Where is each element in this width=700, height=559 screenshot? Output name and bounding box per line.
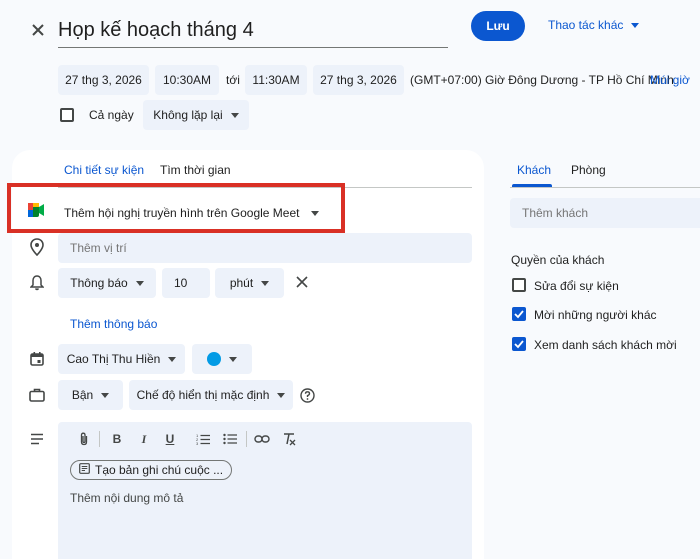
bold-icon[interactable]: B: [108, 430, 126, 448]
bell-icon: [29, 275, 45, 294]
calendar-icon: [30, 352, 44, 369]
event-color-swatch: [207, 352, 221, 366]
permission-modify-checkbox[interactable]: [512, 278, 526, 292]
permission-modify-label: Sửa đổi sự kiện: [534, 279, 619, 293]
chevron-down-icon: [230, 112, 239, 118]
permission-invite-label: Mời những người khác: [534, 308, 657, 322]
to-label: tới: [226, 73, 240, 87]
meeting-notes-label: Tạo bản ghi chú cuộc ...: [95, 463, 224, 477]
location-pin-icon: [30, 238, 44, 259]
add-guests-input[interactable]: [510, 198, 700, 228]
chevron-down-icon: [277, 392, 286, 398]
tab-event-details[interactable]: Chi tiết sự kiện: [64, 163, 144, 177]
start-date[interactable]: 27 thg 3, 2026: [58, 65, 149, 95]
all-day-label: Cả ngày: [89, 108, 134, 122]
description-icon: [30, 433, 44, 448]
tab-divider: [510, 187, 700, 188]
notification-type-label: Thông báo: [70, 276, 128, 290]
busy-status-dropdown[interactable]: Bận: [58, 380, 123, 410]
briefcase-icon: [29, 388, 45, 405]
timezone-label[interactable]: (GMT+07:00) Giờ Đông Dương - TP Hồ Chí M…: [410, 73, 674, 87]
guest-permissions-title: Quyền của khách: [511, 253, 605, 267]
more-actions-label: Thao tác khác: [548, 18, 624, 32]
calendar-owner-label: Cao Thị Thu Hiền: [66, 352, 161, 366]
svg-text:3: 3: [196, 441, 199, 445]
end-date[interactable]: 27 thg 3, 2026: [313, 65, 404, 95]
repeat-label: Không lặp lại: [153, 108, 223, 122]
remove-notification-icon[interactable]: [295, 275, 309, 292]
save-button[interactable]: Lưu: [471, 11, 525, 41]
chevron-down-icon: [229, 356, 237, 362]
add-notification-link[interactable]: Thêm thông báo: [70, 317, 157, 331]
visibility-dropdown[interactable]: Chế độ hiển thị mặc định: [129, 380, 293, 410]
tab-guests[interactable]: Khách: [517, 163, 551, 177]
title-input[interactable]: [58, 14, 448, 48]
help-icon[interactable]: [300, 388, 315, 406]
notification-unit-dropdown[interactable]: phút: [215, 268, 284, 298]
chevron-down-icon: [168, 356, 177, 362]
description-placeholder[interactable]: Thêm nội dung mô tả: [70, 491, 183, 505]
close-icon[interactable]: [28, 20, 48, 40]
toolbar-divider: [99, 431, 100, 447]
link-icon[interactable]: [253, 430, 271, 448]
notification-value-input[interactable]: 10: [162, 268, 210, 298]
permission-see-list-label: Xem danh sách khách mời: [534, 338, 677, 352]
numbered-list-icon[interactable]: 123: [194, 430, 212, 448]
chevron-down-icon: [135, 280, 144, 286]
repeat-dropdown[interactable]: Không lặp lại: [143, 100, 249, 130]
tab-rooms[interactable]: Phòng: [571, 163, 606, 177]
event-color-dropdown[interactable]: [192, 344, 252, 374]
notification-type-dropdown[interactable]: Thông báo: [58, 268, 156, 298]
more-actions-button[interactable]: Thao tác khác: [548, 18, 640, 32]
start-time[interactable]: 10:30AM: [155, 65, 219, 95]
timezone-link[interactable]: Múi giờ: [650, 73, 690, 87]
underline-icon[interactable]: U: [161, 430, 179, 448]
location-input[interactable]: [58, 233, 472, 263]
chevron-down-icon: [101, 392, 110, 398]
toolbar-divider: [246, 431, 247, 447]
calendar-owner-dropdown[interactable]: Cao Thị Thu Hiền: [58, 344, 185, 374]
meeting-notes-chip[interactable]: Tạo bản ghi chú cuộc ...: [70, 460, 233, 480]
notes-icon: [79, 463, 90, 477]
attachment-icon[interactable]: [75, 430, 93, 448]
end-time[interactable]: 11:30AM: [245, 65, 307, 95]
all-day-checkbox[interactable]: [60, 108, 74, 122]
italic-icon[interactable]: I: [135, 430, 153, 448]
busy-status-label: Bận: [71, 388, 94, 402]
highlight-box: [7, 183, 345, 233]
permission-see-list-checkbox[interactable]: [512, 337, 526, 351]
permission-invite-checkbox[interactable]: [512, 307, 526, 321]
visibility-label: Chế độ hiển thị mặc định: [136, 388, 270, 402]
chevron-down-icon: [261, 280, 270, 286]
notification-unit-label: phút: [229, 276, 254, 290]
bulleted-list-icon[interactable]: [221, 430, 239, 448]
clear-formatting-icon[interactable]: [280, 430, 298, 448]
tab-find-time[interactable]: Tìm thời gian: [160, 163, 231, 177]
chevron-down-icon: [631, 22, 640, 28]
